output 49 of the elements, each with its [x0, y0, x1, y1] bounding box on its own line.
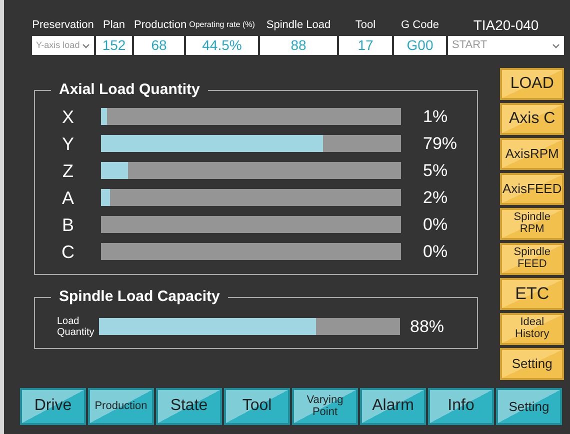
axis-label: X	[60, 106, 75, 126]
side-button[interactable]: Setting	[500, 348, 564, 380]
value-field: 17	[339, 36, 392, 55]
panel-title: Axial Load Quantity	[51, 80, 208, 100]
field-label: Production	[134, 18, 184, 33]
side-button[interactable]: Spindle RPM	[500, 208, 564, 240]
side-button[interactable]: LOAD	[500, 68, 564, 100]
nav-button[interactable]: Tool	[224, 388, 290, 425]
value-field: 152	[96, 36, 132, 55]
percent-reading: 5%	[423, 160, 448, 180]
side-button[interactable]: AxisRPM	[500, 138, 564, 170]
side-button[interactable]: Ideal History	[500, 313, 564, 345]
percent-reading: 0%	[423, 242, 448, 262]
field-label: Tool	[354, 18, 377, 33]
nav-button[interactable]: Info	[428, 388, 494, 425]
nav-button[interactable]: Production	[88, 388, 154, 425]
caret-icon	[552, 42, 560, 48]
caret-icon	[82, 42, 90, 48]
value-field: 88	[260, 36, 337, 55]
nav-button[interactable]: Drive	[20, 388, 86, 425]
nav-button[interactable]: Varying Point	[292, 388, 358, 425]
field-label: Preservation	[32, 18, 94, 33]
field-label: G Code	[400, 18, 440, 33]
axis-label: C	[60, 242, 76, 262]
nav-button[interactable]: State	[156, 388, 222, 425]
side-button[interactable]: Axis C	[500, 103, 564, 135]
value-field: 68	[134, 36, 184, 55]
nav-button[interactable]: Alarm	[360, 388, 426, 425]
field-label: TIA20-040	[472, 16, 540, 35]
side-button[interactable]: AxisFEED	[500, 173, 564, 205]
value-field: G00	[394, 36, 446, 55]
value-field: 44.5%	[186, 36, 258, 55]
percent-reading: 79%	[423, 134, 458, 154]
axis-label: Z	[62, 160, 74, 180]
axis-label: Y	[60, 134, 75, 154]
percent-reading: 2%	[423, 188, 448, 208]
side-button[interactable]: Spindle FEED	[500, 243, 564, 275]
field-label: Plan	[102, 18, 126, 33]
axis-label: B	[60, 214, 75, 234]
percent-reading: 88%	[410, 316, 444, 336]
percent-reading: 0%	[423, 214, 448, 234]
bar-label: Load Quantity	[56, 316, 96, 338]
panel-title: Spindle Load Capacity	[51, 287, 228, 307]
field-label: Spindle Load	[265, 18, 332, 33]
nav-button[interactable]: Setting	[496, 388, 562, 425]
field-label: Operating rate (%)	[188, 19, 256, 31]
axis-label: A	[60, 188, 75, 208]
percent-reading: 1%	[423, 106, 448, 126]
side-button[interactable]: ETC	[500, 278, 564, 310]
